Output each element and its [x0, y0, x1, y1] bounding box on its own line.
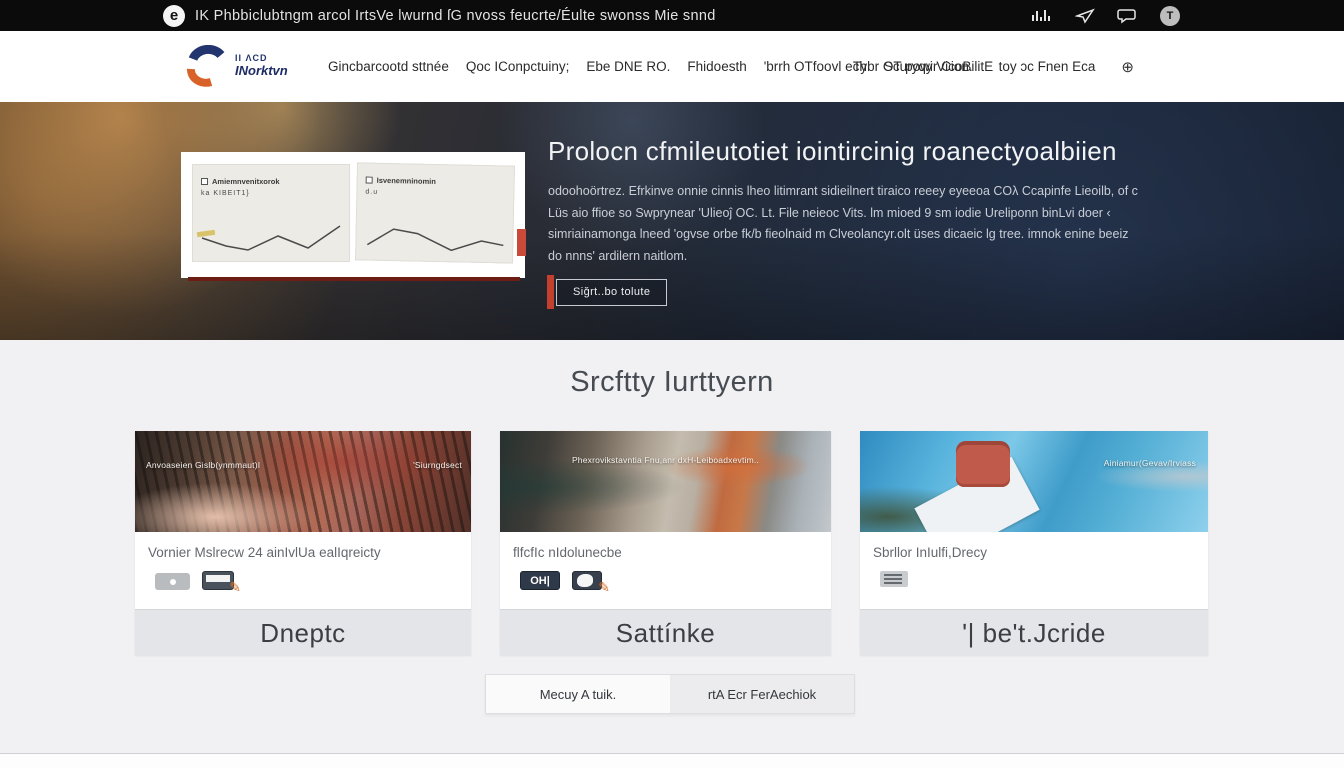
badge-letter: T	[1167, 10, 1174, 22]
content-section: Srcftty Iurttyern Anvoaseien Gislb(ynmma…	[0, 340, 1344, 753]
card-2[interactable]: Phexrovikstavntia Fnu,anr dxH-Leiboadxev…	[500, 431, 831, 655]
topbar-logo-glyph: e	[170, 8, 178, 23]
topbar-brand-text: IK Phbbiclubtngm arcol IrtsVe lwurnd ſG …	[195, 8, 716, 24]
oh-button[interactable]: OH|	[520, 571, 560, 590]
printer-icon[interactable]	[880, 571, 908, 587]
logo-line2: INorktvn	[235, 64, 288, 78]
card-3-image: Ainiamur(Gevav/Irviass	[860, 431, 1208, 532]
card-row: Anvoaseien Gislb(ynmmaut)I 'Siurngdsect …	[135, 431, 1208, 655]
card-2-title: flfcfIc nIdolunecbe	[513, 545, 818, 560]
card-1-overlay-left: Anvoaseien Gislb(ynmmaut)I	[146, 460, 260, 470]
product-image-1: Amiemnvenitxorok ka KIBEIT1}	[192, 164, 350, 262]
nav-item-2[interactable]: Qoc IConpctuiny;	[466, 59, 570, 74]
card-1-footer-link[interactable]: Dneptc	[135, 609, 471, 655]
card-1-overlay-right: 'Siurngdsect	[413, 460, 462, 470]
red-accent-bar	[547, 275, 554, 309]
hero-title: Prolocn cfmileutotiet iointircinig roane…	[548, 136, 1117, 167]
card-1-body: Vornier Mslrecw 24 ainIvlUa ealIqreicty	[135, 532, 471, 609]
card-2-footer-link[interactable]: Sattínke	[500, 609, 831, 655]
card-2-body: flfcfIc nIdolunecbe OH|	[500, 532, 831, 609]
site-header: II ΛCD INorktvn Gincbarcootd sttnée Qoc …	[0, 31, 1344, 102]
red-cylinder-shape	[956, 441, 1010, 487]
signal-icon[interactable]	[1031, 8, 1053, 24]
nav-item-4[interactable]: Fhidoesth	[687, 59, 746, 74]
topbar-logo-icon[interactable]: e	[163, 5, 185, 27]
card-3-icons	[880, 571, 1195, 587]
checkbox-glyph	[201, 178, 208, 185]
secondary-nav: Tybr OT powir Cion. toy ɔc Fnen Eca ⊕	[853, 31, 1134, 102]
card-1[interactable]: Anvoaseien Gislb(ynmmaut)I 'Siurngdsect …	[135, 431, 471, 655]
hero-cta-row: Siğrt..bo tolute	[547, 275, 667, 309]
badge-icon[interactable]: T	[1160, 6, 1180, 26]
checkbox-glyph	[366, 177, 373, 184]
nav-item-1[interactable]: Gincbarcootd sttnée	[328, 59, 449, 74]
card-3-title: Sbrllor InIulfi,Drecy	[873, 545, 1195, 560]
nav-item-3[interactable]: Ebe DNE RO.	[586, 59, 670, 74]
product-image-2: Isvenemninomin d.u	[355, 162, 515, 263]
mini-chart-line	[359, 214, 510, 259]
card-1-image: Anvoaseien Gislb(ynmmaut)I 'Siurngdsect	[135, 431, 471, 532]
nav-right-item-2[interactable]: toy ɔc Fnen Eca	[999, 59, 1096, 74]
card-3-overlay: Ainiamur(Gevav/Irviass	[1104, 458, 1196, 468]
nav-right-item-1[interactable]: Tybr OT powir Cion.	[853, 59, 973, 74]
topbar: e IK Phbbiclubtngm arcol IrtsVe lwurnd ſ…	[0, 0, 1344, 31]
hero-line-2: Lüs aio ffioe so Swprynear 'Ulieoĵ OC. L…	[548, 203, 1138, 225]
hero-product-card[interactable]: Amiemnvenitxorok ka KIBEIT1} Isvenemnino…	[181, 152, 525, 278]
card-3[interactable]: Ainiamur(Gevav/Irviass Sbrllor InIulfi,D…	[860, 431, 1208, 655]
hero-section: Amiemnvenitxorok ka KIBEIT1} Isvenemnino…	[0, 102, 1344, 340]
edit-icon[interactable]	[202, 571, 234, 590]
product2-sublabel: d.u	[365, 189, 378, 196]
card-2-overlay: Phexrovikstavntia Fnu,anr dxH-Leiboadxev…	[500, 455, 831, 465]
search-icon[interactable]: ⊕	[1121, 58, 1134, 76]
logo-c-icon	[183, 45, 229, 87]
product2-label: Isvenemninomin	[377, 176, 436, 186]
nav-item-5[interactable]: 'brrh OTfoovl ech	[764, 59, 867, 74]
hero-paragraph: odoohoörtrez. Efrkinve onnie cinnis lheo…	[548, 181, 1138, 267]
logo-text: II ΛCD INorktvn	[235, 54, 288, 78]
camera-icon[interactable]	[155, 573, 190, 590]
card-1-icons	[155, 571, 458, 590]
card-2-image: Phexrovikstavntia Fnu,anr dxH-Leiboadxev…	[500, 431, 831, 532]
company-logo[interactable]: II ΛCD INorktvn	[183, 45, 288, 87]
bottom-strip	[0, 753, 1344, 768]
product1-sublabel: ka KIBEIT1}	[201, 190, 250, 197]
card-3-body: Sbrllor InIulfi,Drecy	[860, 532, 1208, 609]
hero-line-1: odoohoörtrez. Efrkinve onnie cinnis lheo…	[548, 181, 1138, 203]
hero-line-3: simriainamonga lneed 'ogvse orbe fk/b fi…	[548, 224, 1138, 246]
section-title: Srcftty Iurttyern	[0, 366, 1344, 399]
tab-2[interactable]: rtA Ecr FerAechiok	[670, 675, 854, 713]
card-3-footer-link[interactable]: ʹ| be't.Jcride	[860, 609, 1208, 655]
hero-line-4: do nnns' ardilern naitlom.	[548, 246, 1138, 268]
edit-icon[interactable]	[572, 571, 602, 590]
send-icon[interactable]	[1075, 8, 1095, 24]
card-2-icons: OH|	[520, 571, 818, 590]
bottom-tabs: Mecuy A tuik. rtA Ecr FerAechiok	[485, 674, 855, 714]
card-1-title: Vornier Mslrecw 24 ainIvlUa ealIqreicty	[148, 545, 458, 560]
mini-chart-line	[196, 216, 346, 258]
product1-label: Amiemnvenitxorok	[212, 177, 280, 186]
topbar-icon-group: T	[1031, 0, 1180, 31]
chat-icon[interactable]	[1117, 7, 1138, 24]
hero-cta-button[interactable]: Siğrt..bo tolute	[556, 279, 667, 306]
tab-1[interactable]: Mecuy A tuik.	[486, 675, 670, 713]
